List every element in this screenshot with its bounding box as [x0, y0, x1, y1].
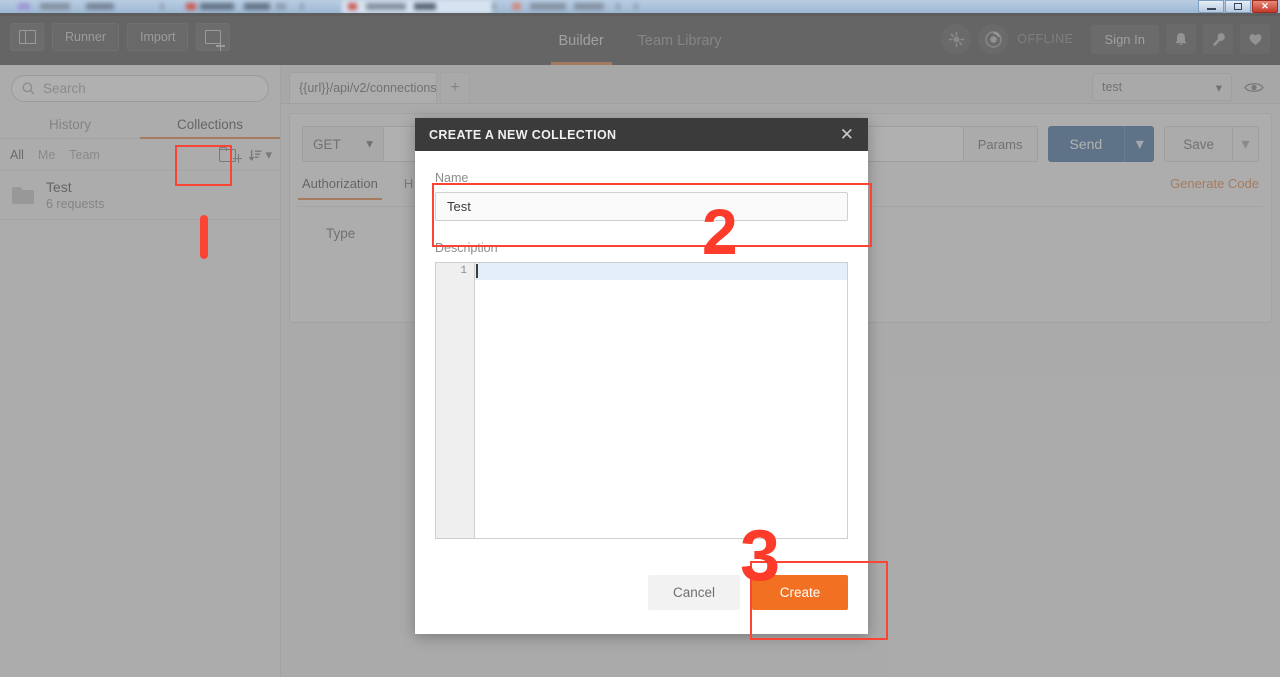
- request-tab[interactable]: {{url}}/api/v2/connections: [289, 72, 437, 103]
- environment-value: test: [1102, 80, 1123, 94]
- wrench-icon: [1212, 32, 1225, 46]
- search-container: Search: [0, 65, 280, 110]
- search-input[interactable]: Search: [11, 75, 269, 102]
- collection-request-count: 6 requests: [46, 196, 105, 211]
- annotation-marker-2: 2: [702, 196, 738, 268]
- filter-team[interactable]: Team: [69, 148, 100, 162]
- sort-caret-icon: ▾: [265, 147, 272, 162]
- annotation-box-new-collection: [175, 145, 232, 186]
- sort-button[interactable]: ▾: [249, 147, 272, 163]
- params-button[interactable]: Params: [963, 126, 1038, 162]
- tab-team-library[interactable]: Team Library: [638, 16, 722, 65]
- sidebar-filters: All Me Team ▾: [0, 139, 280, 171]
- search-placeholder: Search: [43, 81, 86, 96]
- save-options-button[interactable]: ▾: [1233, 126, 1259, 162]
- notifications-button[interactable]: [1166, 24, 1196, 54]
- filter-me[interactable]: Me: [38, 148, 55, 162]
- tab-builder[interactable]: Builder: [550, 16, 612, 65]
- interceptor-icon: [948, 31, 965, 47]
- subtab-headers[interactable]: H: [404, 176, 413, 200]
- sidebar-tab-history[interactable]: History: [0, 110, 140, 138]
- method-select[interactable]: GET ▾: [302, 126, 384, 162]
- bell-icon: [1175, 32, 1187, 45]
- new-request-tab-button[interactable]: +: [440, 72, 470, 103]
- active-line-highlight: [475, 263, 847, 280]
- interceptor-button[interactable]: [941, 24, 972, 54]
- environment-controls: test ▾: [1092, 73, 1268, 101]
- line-number: 1: [460, 265, 467, 277]
- environment-quick-look-button[interactable]: [1240, 74, 1268, 100]
- sync-status-label: OFFLINE: [1017, 32, 1074, 46]
- sort-descending-icon: [249, 149, 263, 161]
- heart-icon: [1249, 34, 1261, 45]
- minimize-button[interactable]: [1198, 0, 1224, 13]
- favorites-button[interactable]: [1240, 24, 1270, 54]
- cancel-button[interactable]: Cancel: [648, 574, 740, 610]
- folder-icon: [12, 186, 34, 204]
- filter-all[interactable]: All: [10, 148, 24, 162]
- request-tab-strip: {{url}}/api/v2/connections + test ▾: [281, 65, 1280, 104]
- close-icon[interactable]: ✕: [840, 126, 854, 143]
- description-editor[interactable]: 1: [435, 262, 848, 539]
- text-cursor: [476, 264, 478, 278]
- sync-status-icon: [985, 30, 1002, 48]
- dialog-header: CREATE A NEW COLLECTION ✕: [415, 118, 868, 151]
- close-button[interactable]: ✕: [1252, 0, 1278, 13]
- generate-code-link[interactable]: Generate Code: [1170, 176, 1259, 191]
- send-button[interactable]: Send: [1047, 126, 1125, 162]
- search-icon: [22, 82, 35, 95]
- save-button[interactable]: Save: [1164, 126, 1233, 162]
- browser-tabs-blurred: [0, 0, 1180, 14]
- eye-icon: [1244, 82, 1264, 92]
- chevron-down-icon: ▾: [366, 136, 373, 151]
- os-title-bar: ✕: [0, 0, 1280, 14]
- sync-status-button[interactable]: [978, 24, 1009, 54]
- window-controls[interactable]: ✕: [1198, 0, 1278, 13]
- app-header: Runner Import Builder Team Library OFFLI…: [0, 16, 1280, 65]
- method-label: GET: [313, 136, 341, 152]
- subtab-authorization[interactable]: Authorization: [298, 176, 382, 200]
- environment-select[interactable]: test ▾: [1092, 73, 1232, 101]
- send-options-button[interactable]: ▾: [1124, 126, 1155, 162]
- collection-item-test[interactable]: Test 6 requests: [0, 171, 280, 220]
- sidebar-tab-collections[interactable]: Collections: [140, 110, 280, 139]
- chevron-down-icon: ▾: [1215, 80, 1222, 95]
- header-right-actions: OFFLINE Sign In: [941, 24, 1270, 54]
- app-root: ✕ Runner Import Builder Team Library OFF…: [0, 0, 1280, 677]
- dialog-title: CREATE A NEW COLLECTION: [429, 127, 617, 142]
- sign-in-button[interactable]: Sign In: [1090, 24, 1159, 54]
- auth-type-label: Type: [326, 226, 356, 241]
- editor-gutter: 1: [436, 263, 475, 538]
- annotation-marker-1: [200, 215, 208, 259]
- editor-text-area[interactable]: [475, 263, 847, 538]
- sidebar-tabs: History Collections: [0, 110, 280, 139]
- settings-button[interactable]: [1203, 24, 1233, 54]
- annotation-marker-3: 3: [740, 516, 781, 596]
- restore-button[interactable]: [1225, 0, 1251, 13]
- collection-name: Test: [46, 178, 72, 195]
- annotation-box-name-field: [432, 183, 872, 247]
- sidebar: Search History Collections All Me Team ▾…: [0, 65, 281, 677]
